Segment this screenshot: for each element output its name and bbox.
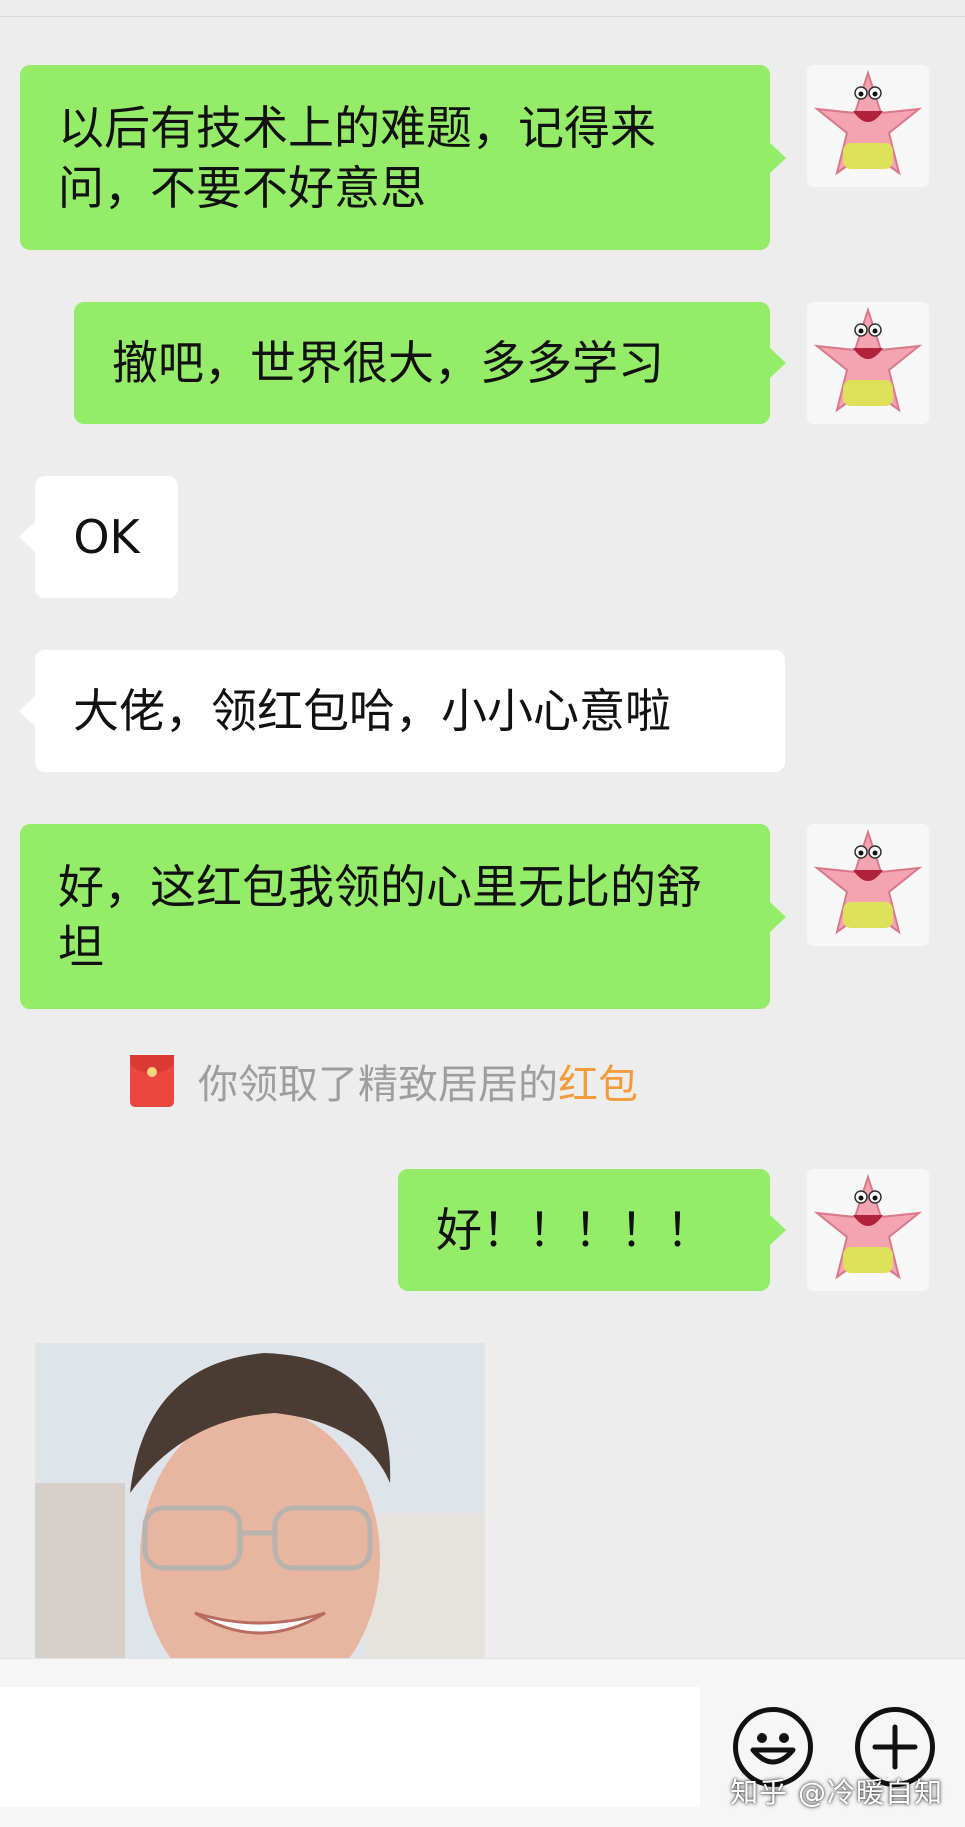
message-bubble-sent[interactable]: 撤吧，世界很大，多多学习 <box>74 302 786 424</box>
input-bar: 知乎 @冷暖自知 <box>0 1658 965 1827</box>
red-packet-notice: 你领取了精致居居的 红包 <box>130 1052 638 1110</box>
avatar-patrick[interactable] <box>807 824 929 946</box>
avatar-patrick[interactable] <box>807 65 929 187</box>
notice-text: 你领取了精致居居的 <box>198 1062 558 1108</box>
patrick-star-icon <box>813 828 923 935</box>
message-bubble-received[interactable]: 大佬，领红包哈，小小心意啦 <box>19 650 785 772</box>
message-text: 撤吧，世界很大，多多学习 <box>112 336 664 390</box>
red-packet-icon <box>130 1055 174 1107</box>
message-bubble-sent[interactable]: 好，这红包我领的心里无比的舒坦 <box>20 824 786 1009</box>
avatar-patrick[interactable] <box>807 1169 929 1291</box>
patrick-star-icon <box>813 306 923 413</box>
avatar-patrick[interactable] <box>807 302 929 424</box>
red-packet-link[interactable]: 红包 <box>558 1052 638 1110</box>
patrick-star-icon <box>813 69 923 176</box>
patrick-star-icon <box>813 1173 923 1280</box>
message-text: 以后有技术上的难题，记得来问，不要不好意思 <box>58 100 656 215</box>
watermark: 知乎 @冷暖自知 <box>730 1776 943 1809</box>
message-text: 好，这红包我领的心里无比的舒坦 <box>58 859 702 974</box>
message-bubble-sent[interactable]: 好！！！！！ <box>398 1169 786 1291</box>
message-text: OK <box>73 510 140 564</box>
message-bubble-received[interactable]: OK <box>19 476 178 598</box>
selfie-photo <box>35 1343 485 1658</box>
top-divider <box>0 0 965 17</box>
photo-message[interactable] <box>35 1343 485 1658</box>
message-bubble-sent[interactable]: 以后有技术上的难题，记得来问，不要不好意思 <box>20 65 786 250</box>
message-input[interactable] <box>0 1687 700 1807</box>
message-text: 好！！！！！ <box>436 1203 712 1257</box>
message-text: 大佬，领红包哈，小小心意啦 <box>73 684 671 738</box>
